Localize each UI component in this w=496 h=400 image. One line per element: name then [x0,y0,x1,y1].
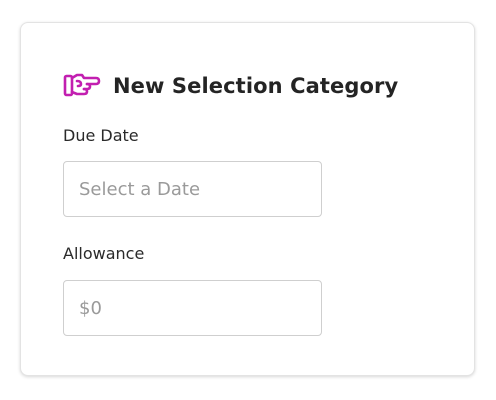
card-header: New Selection Category [63,71,398,101]
new-selection-category-card: New Selection Category Due Date Allowanc… [20,22,475,376]
allowance-input[interactable] [63,280,322,336]
allowance-label: Allowance [63,244,145,263]
due-date-label: Due Date [63,126,139,145]
pointing-hand-icon [63,71,101,101]
card-title: New Selection Category [113,74,399,98]
due-date-input[interactable] [63,161,322,217]
